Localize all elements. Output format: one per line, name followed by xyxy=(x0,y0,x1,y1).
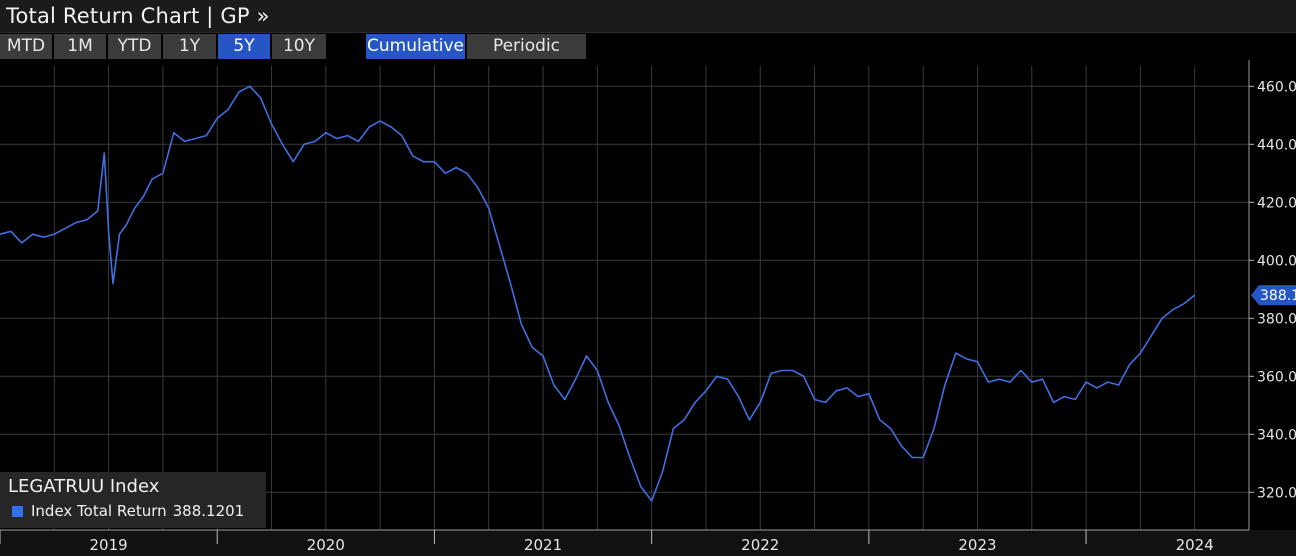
legend-swatch xyxy=(12,505,23,517)
x-tick-label: 2021 xyxy=(524,536,562,554)
y-tick-label: 460.00 xyxy=(1257,79,1296,95)
x-axis-band xyxy=(0,530,1296,556)
tab-mtd[interactable]: MTD xyxy=(0,34,52,59)
tab-1m[interactable]: 1M xyxy=(54,34,106,59)
tab-10y[interactable]: 10Y xyxy=(272,34,326,59)
y-tick-label: 340.00 xyxy=(1257,427,1296,443)
y-tick-label: 440.00 xyxy=(1257,137,1296,153)
tab-cumulative[interactable]: Cumulative xyxy=(366,34,465,59)
mode-tabs: Cumulative Periodic xyxy=(366,34,588,59)
x-tick-label: 2024 xyxy=(1176,536,1214,554)
chart-legend: LEGATRUU Index Index Total Return 388.12… xyxy=(0,472,266,528)
x-tick-label: 2019 xyxy=(90,536,128,554)
legend-entry-value: 388.1201 xyxy=(172,502,245,520)
range-tabs: MTD 1M YTD 1Y 5Y 10Y xyxy=(0,34,328,60)
tab-5y[interactable]: 5Y xyxy=(218,34,270,59)
legend-entry-label: Index Total Return xyxy=(31,502,167,520)
x-tick-label: 2023 xyxy=(958,536,996,554)
legend-entry: Index Total Return 388.1201 xyxy=(12,502,244,520)
y-tick-label: 320.00 xyxy=(1257,485,1296,501)
tab-ytd[interactable]: YTD xyxy=(108,34,161,59)
x-tick-label: 2020 xyxy=(307,536,345,554)
y-tick-label: 420.00 xyxy=(1257,195,1296,211)
legend-title: LEGATRUU Index xyxy=(8,476,160,497)
x-tick-label: 2022 xyxy=(741,536,779,554)
window-title: Total Return Chart | GP » xyxy=(6,4,270,28)
last-value-label: 388.1 xyxy=(1260,288,1296,304)
y-tick-label: 380.00 xyxy=(1257,311,1296,327)
tab-periodic[interactable]: Periodic xyxy=(467,34,586,59)
y-tick-label: 360.00 xyxy=(1257,369,1296,385)
title-bar: Total Return Chart | GP » xyxy=(0,0,1296,33)
y-tick-label: 400.00 xyxy=(1257,253,1296,269)
tab-1y[interactable]: 1Y xyxy=(163,34,216,59)
